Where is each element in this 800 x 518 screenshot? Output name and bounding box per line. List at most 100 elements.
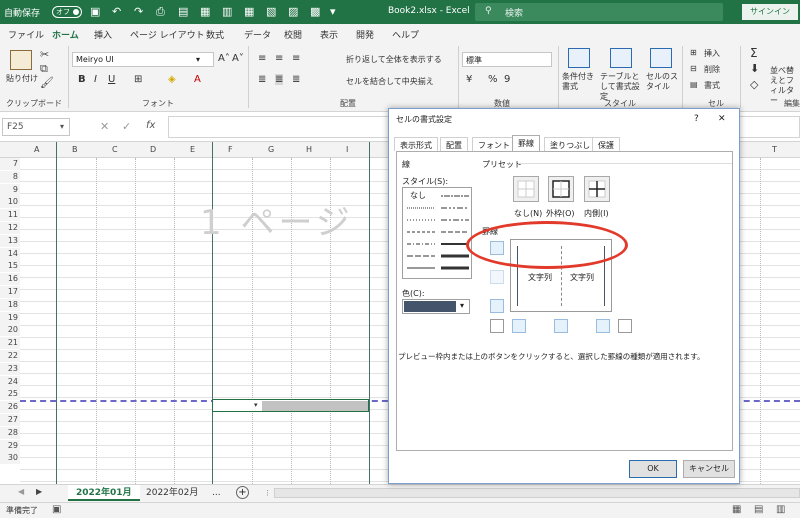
comma-icon[interactable]: 9 xyxy=(504,74,510,85)
save-icon[interactable]: ▣ xyxy=(90,5,100,18)
conditional-format-button[interactable]: 条件付き書式 xyxy=(562,72,596,92)
row-header[interactable]: 25 xyxy=(0,388,20,401)
shrink-font-icon[interactable]: A˅ xyxy=(232,53,244,64)
cell-style-icon[interactable] xyxy=(650,48,672,68)
col-header-h[interactable]: H xyxy=(306,145,312,154)
preset-inside-button[interactable] xyxy=(584,176,610,202)
row-header[interactable]: 18 xyxy=(0,298,20,311)
row-header[interactable]: 24 xyxy=(0,375,20,388)
page-layout-view-icon[interactable]: ▤ xyxy=(754,504,763,515)
fill-color-icon[interactable]: ◈ xyxy=(168,74,176,85)
row-header[interactable]: 26 xyxy=(0,401,20,414)
prev-sheet-icon[interactable]: ◀ xyxy=(18,487,24,496)
row-header[interactable]: 19 xyxy=(0,311,20,324)
tab-insert[interactable]: 挿入 xyxy=(94,28,112,41)
macro-record-icon[interactable]: ▣ xyxy=(52,504,61,515)
col-header-i[interactable]: I xyxy=(346,145,348,154)
autosave-toggle[interactable]: オフ xyxy=(52,6,82,18)
merge-center-button[interactable]: セルを結合して中央揃え xyxy=(346,76,434,87)
insert-function-icon[interactable]: fx xyxy=(146,120,155,131)
col-header-c[interactable]: C xyxy=(112,145,118,154)
ok-button[interactable]: OK xyxy=(629,460,677,478)
insert-cells-icon[interactable]: ⊞ xyxy=(690,48,697,57)
tab-review[interactable]: 校閲 xyxy=(284,28,302,41)
border-left-button[interactable] xyxy=(512,319,526,333)
dialog-tab-protection[interactable]: 保護 xyxy=(592,137,620,151)
bold-icon[interactable]: B xyxy=(78,74,86,85)
dialog-tab-border[interactable]: 罫線 xyxy=(512,135,540,151)
font-color-icon[interactable]: A xyxy=(194,74,201,85)
row-header[interactable]: 30 xyxy=(0,452,20,465)
number-format-select[interactable]: 標準 xyxy=(462,52,552,67)
col-header-d[interactable]: D xyxy=(150,145,156,154)
row-header[interactable]: 16 xyxy=(0,273,20,286)
align-bottom-icon[interactable]: ≡ xyxy=(292,53,300,64)
cell-dropdown-icon[interactable]: ▾ xyxy=(254,401,258,409)
confirm-entry-icon[interactable]: ✓ xyxy=(122,120,131,133)
align-middle-icon[interactable]: ≡ xyxy=(275,53,283,64)
cut-icon[interactable]: ✂ xyxy=(40,48,49,61)
row-header[interactable]: 8 xyxy=(0,170,20,183)
align-center-icon[interactable]: ≣ xyxy=(275,74,284,85)
tab-page-layout[interactable]: ページ レイアウト xyxy=(130,28,205,41)
col-header-b[interactable]: B xyxy=(72,145,78,154)
quick-icon-5[interactable]: ▧ xyxy=(266,5,276,18)
close-button[interactable]: ✕ xyxy=(718,114,726,124)
search-input[interactable]: ⚲ 検索 xyxy=(475,3,723,21)
row-header[interactable]: 23 xyxy=(0,362,20,375)
row-header[interactable]: 12 xyxy=(0,222,20,234)
col-header-a[interactable]: A xyxy=(34,145,39,154)
col-header-f[interactable]: F xyxy=(228,145,233,154)
format-cells-button[interactable]: 書式 xyxy=(704,80,720,91)
table-format-icon[interactable] xyxy=(610,48,632,68)
paste-icon[interactable] xyxy=(10,50,32,70)
border-right-button[interactable] xyxy=(596,319,610,333)
row-header[interactable]: 27 xyxy=(0,414,20,426)
tab-formulas[interactable]: 数式 xyxy=(206,28,224,41)
row-header[interactable]: 22 xyxy=(0,350,20,362)
wrap-text-button[interactable]: 折り返して全体を表示する xyxy=(346,54,442,65)
row-header[interactable]: 17 xyxy=(0,286,20,298)
delete-cells-button[interactable]: 削除 xyxy=(704,64,720,75)
dialog-tab-alignment[interactable]: 配置 xyxy=(440,137,468,151)
col-header-g[interactable]: G xyxy=(268,145,274,154)
format-painter-icon[interactable]: 🖌 xyxy=(40,76,54,89)
page-break-view-icon[interactable]: ▥ xyxy=(776,504,785,515)
line-style-none[interactable]: なし xyxy=(410,190,426,201)
borders-icon[interactable]: ⊞ xyxy=(134,74,142,85)
print-icon[interactable]: ⎙ xyxy=(156,5,165,19)
sheet-tab-jan[interactable]: 2022年01月 xyxy=(68,485,140,501)
delete-cells-icon[interactable]: ⊟ xyxy=(690,64,697,73)
line-style-samples[interactable] xyxy=(403,188,471,278)
row-header[interactable]: 11 xyxy=(0,209,20,222)
align-right-icon[interactable]: ≣ xyxy=(292,74,300,85)
font-name-select[interactable]: Meiryo UI xyxy=(72,52,210,67)
tab-file[interactable]: ファイル xyxy=(8,28,44,41)
row-header[interactable]: 15 xyxy=(0,260,20,273)
normal-view-icon[interactable]: ▦ xyxy=(732,504,741,515)
cancel-entry-icon[interactable]: ✕ xyxy=(100,120,109,133)
signin-button[interactable]: サインイン xyxy=(742,4,798,20)
row-header[interactable]: 29 xyxy=(0,439,20,452)
namebox-dropdown-icon[interactable]: ▾ xyxy=(60,122,64,131)
dialog-tab-font[interactable]: フォント xyxy=(472,137,516,151)
tab-split-handle[interactable]: ⋮ xyxy=(264,489,271,497)
underline-icon[interactable]: U xyxy=(108,74,115,85)
cell-style-button[interactable]: セルのスタイル xyxy=(646,72,678,92)
quick-icon-4[interactable]: ▦ xyxy=(244,5,254,18)
dialog-tab-number[interactable]: 表示形式 xyxy=(394,137,438,151)
next-sheet-icon[interactable]: ▶ xyxy=(36,487,42,496)
grow-font-icon[interactable]: A˄ xyxy=(218,53,230,64)
paste-button[interactable]: 貼り付け xyxy=(6,73,38,84)
help-button[interactable]: ? xyxy=(694,114,699,124)
row-header[interactable]: 14 xyxy=(0,247,20,260)
cancel-button[interactable]: キャンセル xyxy=(683,460,735,478)
currency-icon[interactable]: ¥ xyxy=(466,74,472,85)
col-header-t[interactable]: T xyxy=(772,145,777,154)
color-dropdown-icon[interactable]: ▾ xyxy=(460,301,464,310)
preset-none-button[interactable] xyxy=(513,176,539,202)
border-inside-horizontal-button[interactable] xyxy=(490,270,504,284)
row-header[interactable]: 10 xyxy=(0,196,20,209)
undo-icon[interactable]: ↶ xyxy=(112,5,121,18)
tab-data[interactable]: データ xyxy=(244,28,271,41)
